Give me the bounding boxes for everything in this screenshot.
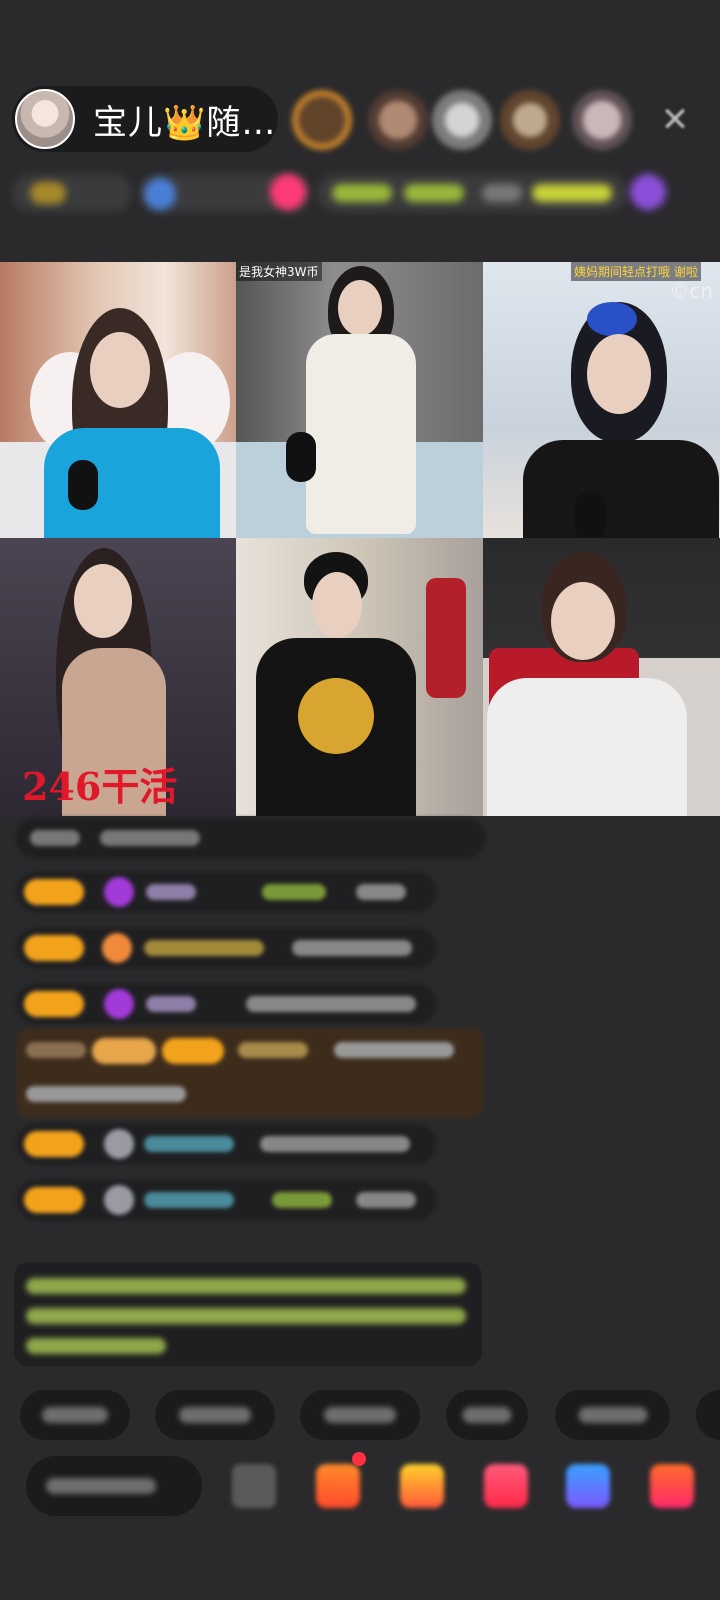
top-viewer-avatar[interactable] xyxy=(432,90,492,150)
chat-message xyxy=(16,818,486,858)
top-viewer-avatar[interactable] xyxy=(292,90,352,150)
chat-message xyxy=(16,872,436,912)
video-tile-5[interactable] xyxy=(236,538,483,816)
quick-reply-chip[interactable] xyxy=(20,1390,130,1440)
video-tile-caption: 是我女神3W币 xyxy=(236,262,322,281)
shop-icon[interactable] xyxy=(316,1464,360,1508)
video-tile-1[interactable] xyxy=(0,262,236,538)
video-tile-overlay-text: 246干活 xyxy=(22,764,178,809)
video-tile-3[interactable]: 姨妈期间轻点打哦 谢啦 ©cn xyxy=(483,262,720,538)
quick-reply-chip[interactable] xyxy=(696,1390,720,1440)
gift-icon[interactable] xyxy=(400,1464,444,1508)
multi-guest-video-grid: 是我女神3W币 姨妈期间轻点打哦 谢啦 ©cn 246干活 xyxy=(0,262,720,816)
watermark: ©cn xyxy=(669,279,713,303)
quick-reply-chip[interactable] xyxy=(155,1390,275,1440)
host-name: 宝儿👑随… xyxy=(93,102,277,143)
comment-input[interactable] xyxy=(26,1456,202,1516)
quick-reply-chip[interactable] xyxy=(555,1390,670,1440)
like-icon[interactable] xyxy=(484,1464,528,1508)
chat-message xyxy=(16,1124,436,1164)
more-icon[interactable] xyxy=(650,1464,694,1508)
video-tile-2[interactable]: 是我女神3W币 xyxy=(236,262,483,538)
top-viewer-avatar[interactable] xyxy=(500,90,560,150)
notification-dot xyxy=(352,1452,366,1466)
system-notice xyxy=(14,1262,482,1366)
quick-reply-chip[interactable] xyxy=(300,1390,420,1440)
chat-message xyxy=(16,1180,436,1220)
top-viewer-avatar[interactable] xyxy=(368,90,428,150)
top-viewer-avatar[interactable] xyxy=(572,90,632,150)
video-tile-6[interactable] xyxy=(483,538,720,816)
chat-message xyxy=(16,928,436,968)
stats-row xyxy=(12,170,702,216)
share-icon[interactable] xyxy=(566,1464,610,1508)
quick-reply-chip[interactable] xyxy=(446,1390,528,1440)
chat-highlight-message xyxy=(16,1028,484,1118)
host-info-pill[interactable]: 宝儿👑随… xyxy=(12,86,278,152)
video-tile-4[interactable]: 246干活 xyxy=(0,538,236,816)
close-icon[interactable]: ✕ xyxy=(655,100,695,140)
emoji-icon[interactable] xyxy=(232,1464,276,1508)
chat-message xyxy=(16,984,436,1024)
host-avatar[interactable] xyxy=(15,89,75,149)
